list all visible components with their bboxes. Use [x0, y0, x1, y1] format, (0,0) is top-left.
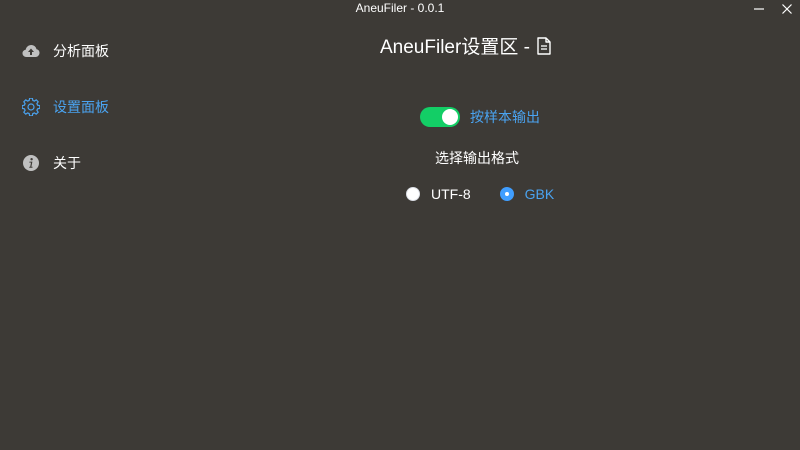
sidebar-item-label: 分析面板 — [53, 43, 109, 59]
toggle-label: 按样本输出 — [470, 109, 540, 125]
sidebar-item-about[interactable]: 关于 — [22, 153, 81, 173]
page-title-text: AneuFiler设置区 - — [380, 37, 530, 58]
encoding-radio-group: UTF-8 GBK — [406, 186, 583, 202]
window-title: AneuFiler - 0.0.1 — [355, 1, 445, 15]
title-bar[interactable]: AneuFiler - 0.0.1 — [0, 0, 800, 22]
sidebar-item-analysis[interactable]: 分析面板 — [22, 41, 109, 61]
toggle-switch[interactable] — [420, 107, 460, 127]
sidebar: 分析面板 设置面板 关于 — [0, 22, 200, 450]
radio-circle[interactable] — [499, 187, 514, 201]
format-label: 选择输出格式 — [435, 150, 519, 166]
page-title: AneuFiler设置区 - — [380, 32, 552, 59]
radio-label: UTF-8 — [431, 186, 471, 202]
sidebar-item-label: 关于 — [53, 155, 81, 171]
minimize-icon — [752, 2, 766, 21]
minimize-button[interactable] — [748, 0, 770, 22]
toggle-knob — [442, 109, 458, 125]
radio-gbk[interactable]: GBK — [499, 186, 555, 202]
sidebar-item-settings[interactable]: 设置面板 — [22, 97, 109, 117]
radio-utf8[interactable]: UTF-8 — [406, 186, 471, 202]
radio-label: GBK — [524, 186, 555, 202]
cloud-upload-icon — [22, 42, 40, 60]
output-by-sample-toggle[interactable]: 按样本输出 — [420, 107, 540, 127]
gear-icon — [22, 98, 40, 116]
app-window: AneuFiler - 0.0.1 分析面板 设置面板 关于 AneuFiler… — [0, 0, 800, 450]
radio-circle[interactable] — [406, 187, 420, 201]
info-icon — [22, 154, 40, 172]
close-icon — [780, 2, 794, 21]
document-icon — [536, 36, 552, 55]
sidebar-item-label: 设置面板 — [53, 99, 109, 115]
close-button[interactable] — [776, 0, 798, 22]
